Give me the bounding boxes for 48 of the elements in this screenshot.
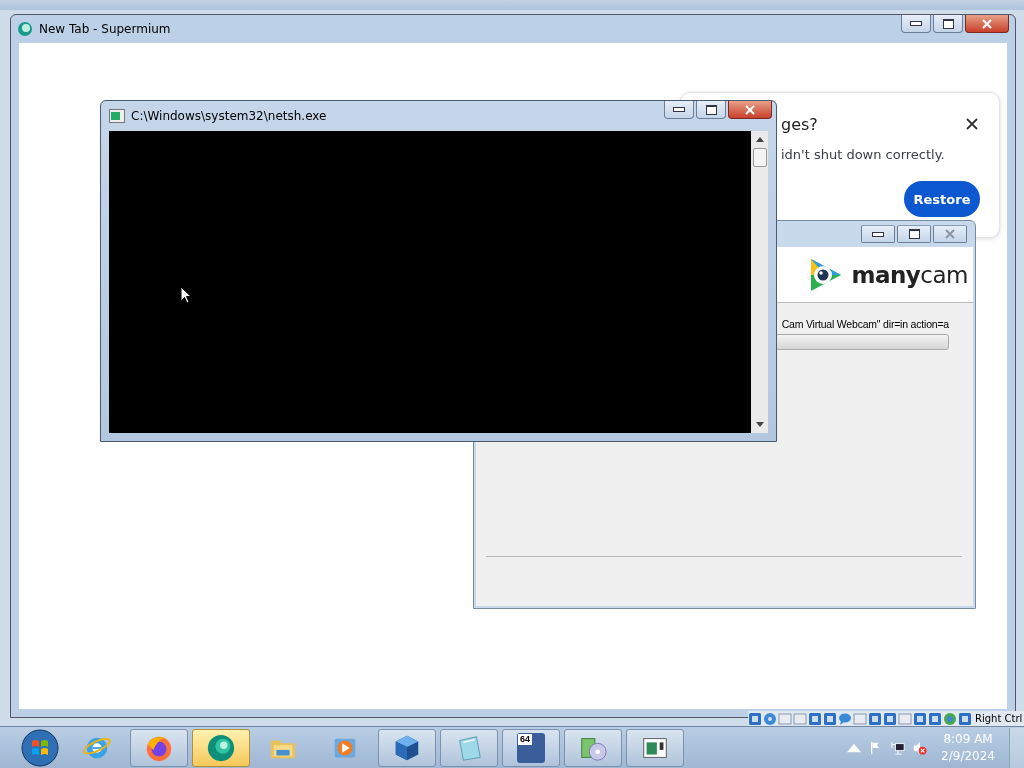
window-title: New Tab - Supermium: [39, 22, 171, 36]
device-icon[interactable]: [913, 711, 927, 726]
taskbar-button[interactable]: [564, 728, 622, 767]
close-icon: [945, 229, 955, 239]
dialog-title: ges?: [781, 115, 818, 134]
window-title: C:\Windows\system32\netsh.exe: [131, 109, 327, 123]
minimize-button[interactable]: [664, 101, 694, 119]
restore-button[interactable]: Restore: [904, 181, 980, 217]
device-icon[interactable]: [883, 711, 897, 726]
close-icon[interactable]: [966, 118, 978, 130]
taskbar-button[interactable]: [378, 728, 436, 767]
taskbar-button[interactable]: [192, 728, 250, 767]
device-icon[interactable]: [748, 711, 762, 726]
scrollbar[interactable]: [751, 131, 768, 433]
host-key-label: Right Ctrl: [975, 713, 1023, 724]
close-icon: [982, 18, 992, 29]
minimize-button[interactable]: [861, 225, 895, 243]
close-icon: [745, 104, 755, 115]
console-icon: [109, 108, 125, 124]
network-icon[interactable]: [891, 740, 906, 755]
status-text: Cam Virtual Webcam" dir=in action=a: [781, 318, 949, 330]
close-button[interactable]: [965, 15, 1009, 33]
muted-speaker-icon[interactable]: [913, 740, 928, 755]
disc-icon[interactable]: [763, 711, 777, 726]
device-icon[interactable]: [808, 711, 822, 726]
taskbar-button[interactable]: 64: [502, 728, 560, 767]
scroll-thumb[interactable]: [752, 148, 767, 167]
chat-bubble-icon[interactable]: [838, 711, 852, 726]
browser-logo-icon: [17, 21, 33, 37]
device-icon[interactable]: [928, 711, 942, 726]
brand-wordmark: manycam: [851, 261, 968, 288]
scroll-down-icon[interactable]: [755, 422, 764, 427]
minimize-button[interactable]: [901, 15, 931, 33]
device-icon[interactable]: [823, 711, 837, 726]
icon-badge: 64: [518, 733, 532, 745]
taskbar-button[interactable]: [130, 728, 188, 767]
device-icon[interactable]: [868, 711, 882, 726]
start-button[interactable]: [20, 727, 60, 768]
browser-logo-icon: [206, 732, 236, 763]
mouse-pointer-icon: [180, 286, 192, 304]
maximize-button[interactable]: [933, 15, 963, 33]
dialog-message: idn't shut down correctly.: [781, 147, 945, 162]
maximize-button[interactable]: [696, 101, 726, 119]
maximize-button[interactable]: [897, 225, 931, 243]
close-button[interactable]: [728, 101, 772, 119]
scroll-up-icon[interactable]: [755, 137, 764, 142]
device-icon[interactable]: [958, 711, 972, 726]
taskbar-button[interactable]: [626, 728, 684, 767]
